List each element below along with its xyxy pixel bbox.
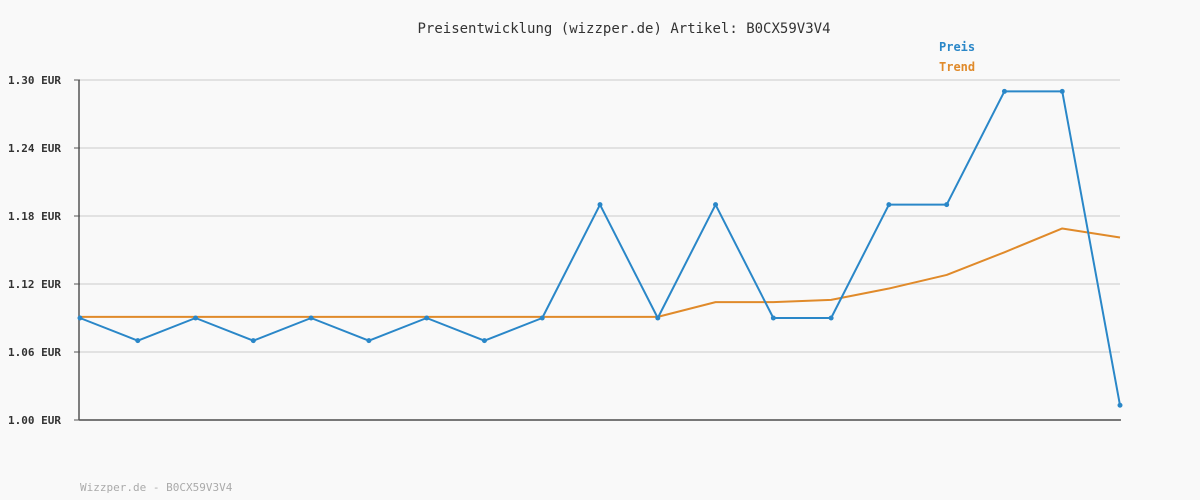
data-point-preis — [1117, 402, 1123, 408]
footer-credit: Wizzper.de - B0CX59V3V4 — [80, 481, 233, 494]
series-line-preis — [79, 90, 1121, 406]
data-point-preis — [135, 338, 141, 344]
y-tick-label: 1.00 EUR — [8, 414, 61, 427]
data-point-preis — [886, 202, 892, 208]
data-point-preis — [713, 202, 719, 208]
data-point-preis — [1001, 88, 1007, 94]
data-point-preis — [366, 338, 372, 344]
data-point-preis — [828, 315, 834, 321]
data-point-preis — [655, 315, 661, 321]
series-group — [77, 88, 1123, 408]
y-axis-labels: 1.00 EUR 1.06 EUR 1.12 EUR 1.18 EUR 1.24 EUR… — [8, 74, 61, 427]
series-line-trend — [80, 227, 1121, 318]
legend-preis: Preis — [939, 40, 975, 54]
y-tick-label: 1.30 EUR — [8, 74, 61, 87]
y-tick-label: 1.18 EUR — [8, 210, 61, 223]
data-point-preis — [193, 315, 199, 321]
data-point-preis — [308, 315, 314, 321]
data-point-preis — [250, 338, 256, 344]
y-tick-label: 1.06 EUR — [8, 346, 61, 359]
y-tick-label: 1.24 EUR — [8, 142, 61, 155]
price-chart: Preisentwicklung (wizzper.de) Artikel: B… — [8, 21, 1123, 494]
data-point-preis — [481, 338, 487, 344]
legend-trend: Trend — [939, 60, 975, 74]
data-point-preis — [770, 315, 776, 321]
data-point-preis — [539, 315, 545, 321]
data-point-preis — [424, 315, 430, 321]
data-point-preis — [77, 315, 83, 321]
chart-title: Preisentwicklung (wizzper.de) Artikel: B… — [417, 21, 830, 37]
data-point-preis — [944, 202, 950, 208]
grid-lines — [74, 79, 1120, 421]
data-point-preis — [597, 202, 603, 208]
chart-container: Preisentwicklung (wizzper.de) Artikel: B… — [0, 0, 1200, 500]
data-point-preis — [1059, 88, 1065, 94]
y-tick-label: 1.12 EUR — [8, 278, 61, 291]
